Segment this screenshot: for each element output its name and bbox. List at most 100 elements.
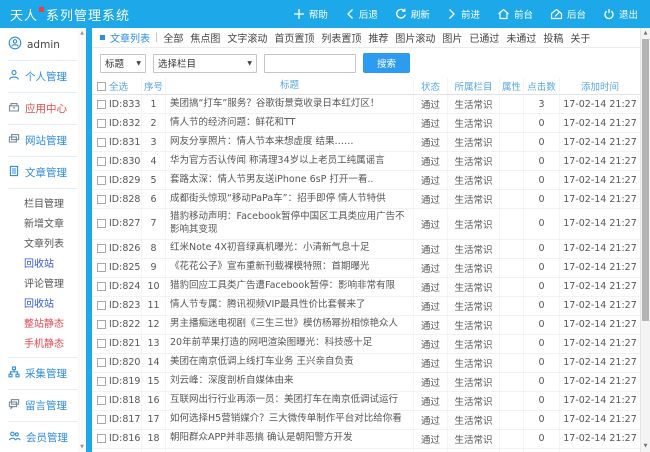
article-title-link[interactable]: 美团在南京低调上线打车业务 王兴亲自负责 <box>166 354 414 372</box>
row-checkbox[interactable] <box>97 138 106 147</box>
sidebar-item-collect[interactable]: 采集管理 <box>8 358 77 390</box>
clicks-cell: 0 <box>524 190 560 208</box>
article-title-link[interactable]: 互联网出行行业再添一员：美团打车在南京低调试运行 <box>166 392 414 410</box>
article-title-link[interactable]: 刘云峰：深度剖析自媒体由来 <box>166 373 414 391</box>
attribute-cell <box>500 411 524 429</box>
attribute-cell <box>500 449 524 452</box>
row-checkbox[interactable] <box>97 301 106 310</box>
article-title-link[interactable]: 《花花公子》宣布重新刊载裸模特照：首期曝光 <box>166 259 414 277</box>
sidebar-item-website[interactable]: 网站管理 <box>8 125 77 157</box>
article-title-link[interactable] <box>166 449 414 452</box>
row-checkbox[interactable] <box>97 100 106 109</box>
sidebar-item-articles[interactable]: 文章管理 <box>8 157 77 189</box>
scrollbar-thumb[interactable] <box>642 39 649 321</box>
back-button[interactable]: 后退 <box>345 7 378 21</box>
row-checkbox[interactable] <box>97 415 106 424</box>
article-title-link[interactable]: 如何选择H5营销媒介？三大微传单制作平台对比给你看 <box>166 411 414 429</box>
seq-cell: 18 <box>142 430 166 448</box>
submenu-item-columns[interactable]: 栏目管理 <box>8 192 77 212</box>
tab-item[interactable]: 未通过 <box>506 30 536 45</box>
tab-item[interactable]: 焦点图 <box>190 30 220 45</box>
table-row: ID:829 5 套路太深：情人节男友送iPhone 6sP 打开一看.. 通过… <box>92 171 640 190</box>
frontend-button[interactable]: 前台 <box>497 7 533 21</box>
row-checkbox[interactable] <box>97 195 106 204</box>
submenu-item-recycle-2[interactable]: 回收站 <box>8 292 77 312</box>
row-checkbox[interactable] <box>97 176 106 185</box>
tab-item[interactable]: 列表置顶 <box>321 30 361 45</box>
search-button[interactable]: 搜索 <box>363 53 410 73</box>
seq-cell: 5 <box>142 171 166 189</box>
forward-button[interactable]: 前进 <box>447 7 480 21</box>
scroll-up-icon[interactable]: ▲ <box>641 29 650 38</box>
tab-item[interactable]: 图片 <box>442 30 462 45</box>
tab-item[interactable]: 全部 <box>163 30 183 45</box>
help-button[interactable]: 帮助 <box>293 7 328 21</box>
article-title-link[interactable]: 套路太深：情人节男友送iPhone 6sP 打开一看.. <box>166 171 414 189</box>
clicks-cell: 0 <box>524 335 560 353</box>
tab-item[interactable]: 已通过 <box>469 30 499 45</box>
row-checkbox[interactable] <box>97 358 106 367</box>
article-title-link[interactable]: 猎豹回应工具类广告遭Facebook暂停：影响非常有限 <box>166 278 414 296</box>
select-all-checkbox[interactable] <box>97 82 106 91</box>
filter-tabs: 全部 焦点图 文字滚动 首页置顶 列表置顶 推荐 图片滚动 图片 已通过 <box>163 30 590 45</box>
main-scrollbar[interactable]: ▲ ▼ <box>640 28 650 452</box>
tab-item[interactable]: 投稿 <box>543 30 563 45</box>
article-table: 全选 序号 标题 状态 所属栏目 属性 点击数 添加时间 ID:833 <box>92 78 640 452</box>
submenu-item-site-static[interactable]: 整站静态 <box>8 312 77 332</box>
submenu-item-mobile-static[interactable]: 手机静态 <box>8 332 77 352</box>
article-title-link[interactable]: 猎豹移动声明：Facebook暂停中国区工具类应用广告不影响其变现 <box>166 209 414 239</box>
scroll-up-icon[interactable]: ▲ <box>78 29 86 37</box>
search-input[interactable] <box>264 54 356 73</box>
submenu-item-recycle-1[interactable]: 回收站 <box>8 252 77 272</box>
article-title-link[interactable]: 20年前苹果打造的网吧渲染图曝光：科技感十足 <box>166 335 414 353</box>
submenu-item-new-article[interactable]: 新增文章 <box>8 212 77 232</box>
article-title-link[interactable]: 成都街头惊现“移动PaPa车”：招手即停 情人节特供 <box>166 190 414 208</box>
refresh-button[interactable]: 刷新 <box>395 7 430 21</box>
row-checkbox[interactable] <box>97 339 106 348</box>
tab-item[interactable]: 图片滚动 <box>395 30 435 45</box>
seq-cell: 11 <box>142 297 166 315</box>
search-field-select[interactable]: 标题 ▼ <box>100 54 146 73</box>
tab-item[interactable]: 关于 <box>570 30 590 45</box>
id-cell: ID:823 <box>92 297 142 315</box>
sidebar-scrollbar[interactable]: ▲ ▼ <box>78 28 86 452</box>
article-title-link[interactable]: 网友分享照片：情人节本来想虚度 结果…… <box>166 133 414 151</box>
article-title-link[interactable]: 华为官方否认传闻 称清理34岁以上老员工纯属谣言 <box>166 152 414 170</box>
sidebar-item-personal[interactable]: 个人管理 <box>8 61 77 93</box>
tab-item[interactable]: 推荐 <box>368 30 388 45</box>
scroll-down-icon[interactable]: ▼ <box>78 443 86 451</box>
tab-item[interactable]: 首页置顶 <box>274 30 314 45</box>
article-title-link[interactable]: 男主播痴迷电视剧《三生三世》模仿杨幂扮相惊艳众人 <box>166 316 414 334</box>
row-checkbox[interactable] <box>97 282 106 291</box>
row-checkbox[interactable] <box>97 157 106 166</box>
row-checkbox[interactable] <box>97 119 106 128</box>
tab-item[interactable]: 文字滚动 <box>227 30 267 45</box>
table-row: ID:830 4 华为官方否认传闻 称清理34岁以上老员工纯属谣言 通过 生活常… <box>92 152 640 171</box>
row-checkbox[interactable] <box>97 377 106 386</box>
row-checkbox[interactable] <box>97 244 106 253</box>
row-checkbox[interactable] <box>97 320 106 329</box>
scroll-down-icon[interactable]: ▼ <box>641 442 650 451</box>
backend-button[interactable]: 后台 <box>550 7 586 21</box>
article-id: ID:822 <box>109 319 140 330</box>
sidebar-item-messages[interactable]: 留言管理 <box>8 390 77 422</box>
breadcrumb[interactable]: 文章列表 <box>110 30 150 45</box>
submenu-item-comments[interactable]: 评论管理 <box>8 272 77 292</box>
logout-button[interactable]: 退出 <box>603 7 638 21</box>
sidebar-item-members[interactable]: 会员管理 <box>8 422 77 452</box>
article-title-link[interactable]: 朝阳群众APP并非恶搞 确认是朝阳警方开发 <box>166 430 414 448</box>
table-row: ID:832 2 情人节的经济问题：鲜花和TT 通过 生活常识 0 17-02-… <box>92 114 640 133</box>
row-checkbox[interactable] <box>97 263 106 272</box>
sidebar-item-appcenter[interactable]: 应用中心 <box>8 93 77 125</box>
category-select[interactable]: 选择栏目 ▼ <box>153 54 257 73</box>
row-checkbox[interactable] <box>97 219 106 228</box>
article-title-link[interactable]: 情人节专属：腾讯视频VIP最具性价比套餐来了 <box>166 297 414 315</box>
article-title-link[interactable]: 红米Note 4X初音绿真机曝光：小清新气息十足 <box>166 240 414 258</box>
submenu-item-article-list[interactable]: 文章列表 <box>8 232 77 252</box>
row-checkbox[interactable] <box>97 396 106 405</box>
row-checkbox[interactable] <box>97 434 106 443</box>
seq-cell: 12 <box>142 316 166 334</box>
breadcrumb-separator: | <box>155 32 158 43</box>
article-title-link[interactable]: 情人节的经济问题：鲜花和TT <box>166 114 414 132</box>
article-title-link[interactable]: 美团搞“打车”服务？谷歌街景竟收录日本红灯区！ <box>166 95 414 113</box>
